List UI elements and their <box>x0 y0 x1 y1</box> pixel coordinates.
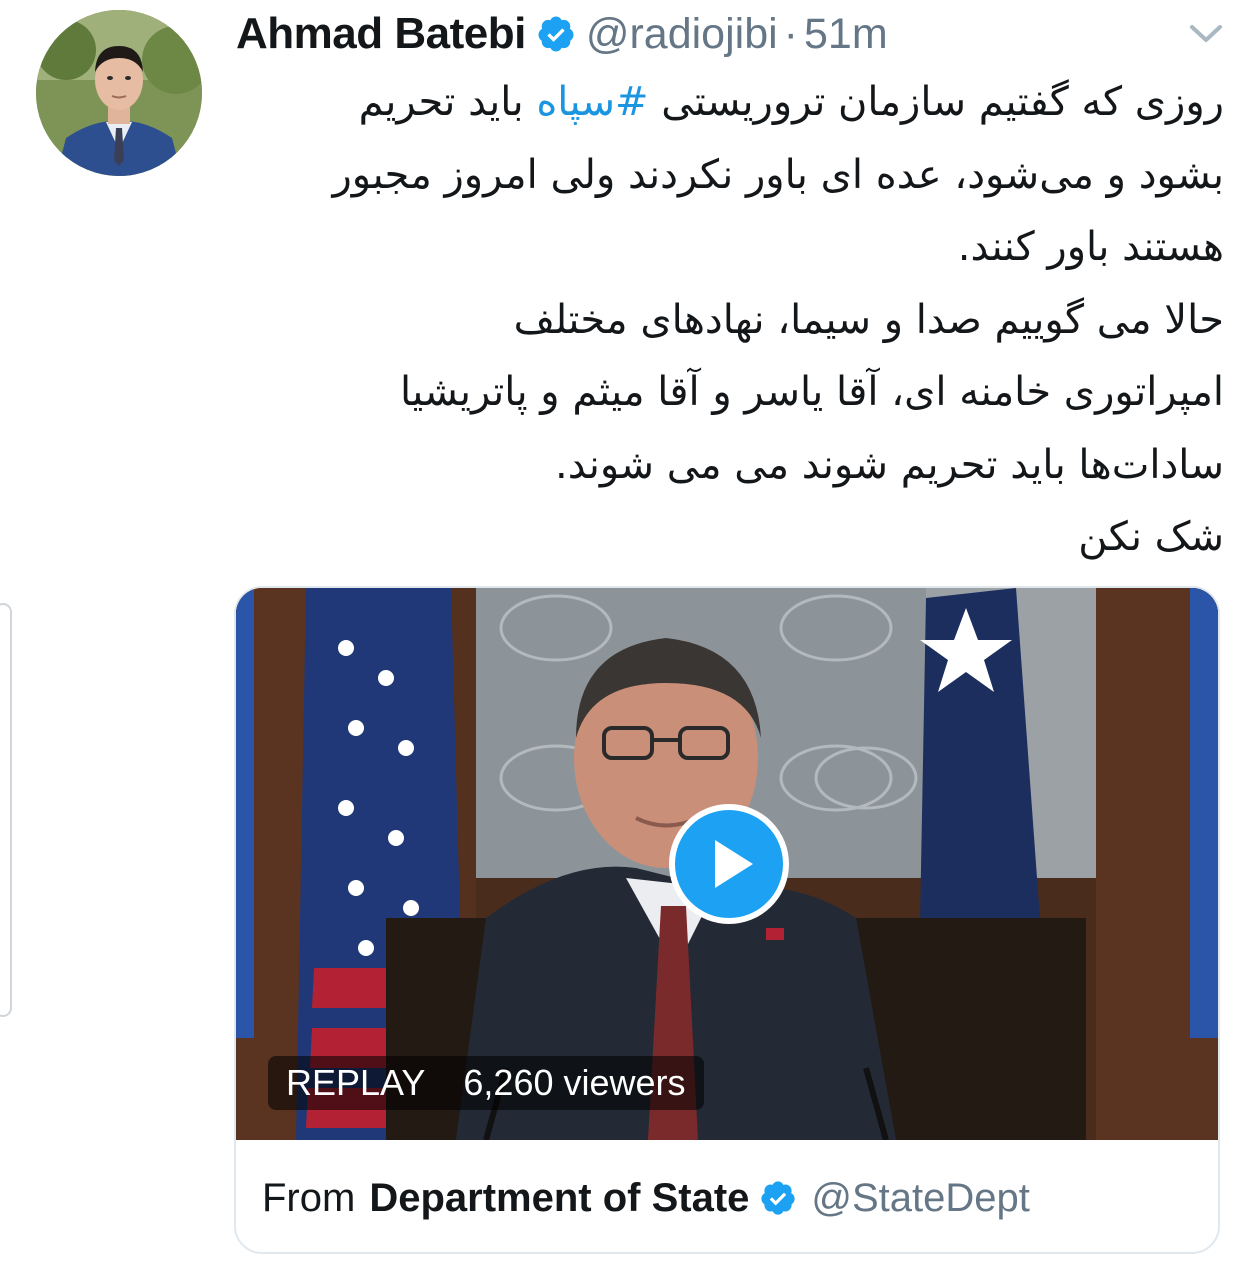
video-status-overlay: REPLAY 6,260 viewers <box>268 1056 704 1110</box>
tweet-line-2: بشود و می‌شود، عده ای باور نکردند ولی ام… <box>332 151 1224 198</box>
tweet-line-7: شک نکن <box>1078 514 1224 560</box>
tweet-line-6: سادات‌ها باید تحریم شوند می می شوند. <box>555 441 1224 488</box>
hashtag-link[interactable]: #سپاه <box>536 79 648 125</box>
tweet-line-1-end: باید تحریم <box>358 79 537 125</box>
chevron-down-icon[interactable] <box>1188 22 1224 46</box>
card-attribution: From Department of State @StateDept <box>262 1168 1030 1228</box>
tweet-line-4: حالا می گوییم صدا و سیما، نهادهای مختلف <box>513 296 1224 343</box>
tweet-line-5: امپراتوری خامنه ای، آقا یاسر و آقا میثم … <box>399 369 1224 415</box>
avatar-photo <box>36 10 202 176</box>
media-card[interactable]: REPLAY 6,260 viewers From Department of … <box>234 586 1220 1254</box>
tweet-header: Ahmad Batebi @radiojibi · 51m <box>236 6 888 62</box>
source-account-name[interactable]: Department of State <box>369 1176 749 1221</box>
author-handle[interactable]: @radiojibi <box>586 10 778 59</box>
tweet-line-1: روزی که گفتیم سازمان تروریستی #سپاه باید… <box>236 66 1224 139</box>
viewers-count: 6,260 viewers <box>463 1062 686 1103</box>
header-separator: · <box>783 9 798 58</box>
avatar[interactable] <box>36 10 202 176</box>
video-player[interactable]: REPLAY 6,260 viewers <box>236 588 1218 1140</box>
tweet-line-1-start: روزی که گفتیم سازمان تروریستی <box>648 79 1224 125</box>
tweet-text: روزی که گفتیم سازمان تروریستی #سپاه باید… <box>236 66 1224 574</box>
play-icon <box>715 840 753 888</box>
tweet-timestamp[interactable]: 51m <box>804 10 888 59</box>
source-account-handle[interactable]: @StateDept <box>811 1176 1030 1221</box>
verified-badge-icon <box>536 14 576 54</box>
from-label: From <box>262 1175 356 1220</box>
author-name[interactable]: Ahmad Batebi <box>236 9 526 59</box>
play-button[interactable] <box>669 804 789 924</box>
adjacent-panel-edge <box>0 603 12 1017</box>
replay-label[interactable]: REPLAY <box>286 1062 425 1104</box>
tweet-line-3: هستند باور کنند. <box>957 224 1224 270</box>
verified-badge-icon <box>759 1179 797 1217</box>
